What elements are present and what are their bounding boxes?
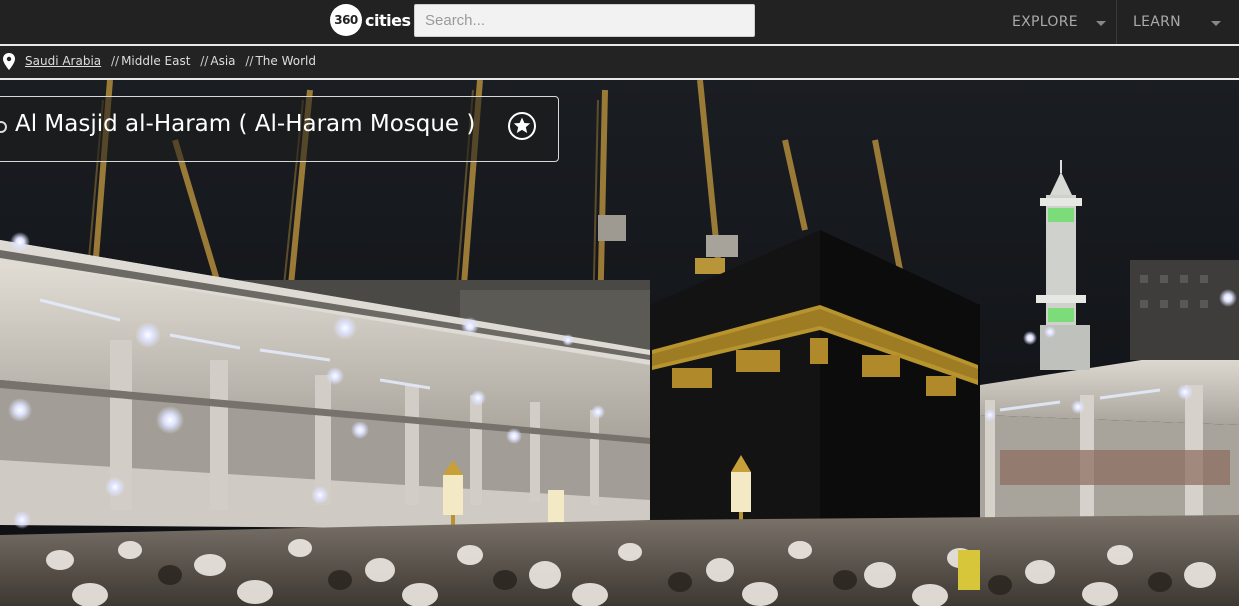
breadcrumb-separator: // — [245, 54, 254, 68]
breadcrumb-country-link[interactable]: Saudi Arabia — [25, 54, 101, 68]
map-pin-icon — [3, 53, 15, 70]
top-navigation-bar: 360 cities EXPLORE LEARN — [0, 0, 1239, 44]
nav-explore-label: EXPLORE — [1012, 14, 1078, 30]
nav-explore-menu[interactable]: EXPLORE — [1012, 0, 1106, 44]
chevron-down-icon — [1210, 20, 1221, 26]
breadcrumb-separator: // — [200, 54, 209, 68]
nav-learn-menu[interactable]: LEARN — [1116, 0, 1239, 44]
star-circle-icon[interactable] — [507, 111, 537, 141]
breadcrumb-region[interactable]: Middle East — [121, 54, 190, 68]
breadcrumb: Saudi Arabia //Middle East //Asia //The … — [0, 46, 1239, 80]
breadcrumb-continent[interactable]: Asia — [210, 54, 235, 68]
logo-wordmark: cities — [365, 10, 411, 30]
search-input[interactable] — [414, 4, 755, 37]
location-dot-icon — [0, 121, 7, 133]
panorama-title: Al Masjid al-Haram ( Al-Haram Mosque ) — [15, 111, 476, 137]
logo-badge: 360 — [330, 4, 362, 36]
site-logo[interactable]: 360 cities — [330, 4, 411, 36]
breadcrumb-separator: // — [110, 54, 120, 68]
nav-learn-label: LEARN — [1133, 14, 1181, 30]
breadcrumb-trail: Saudi Arabia //Middle East //Asia //The … — [25, 54, 316, 68]
panorama-title-panel: Al Masjid al-Haram ( Al-Haram Mosque ) — [0, 96, 559, 162]
chevron-down-icon — [1095, 20, 1106, 26]
breadcrumb-world[interactable]: The World — [255, 54, 316, 68]
